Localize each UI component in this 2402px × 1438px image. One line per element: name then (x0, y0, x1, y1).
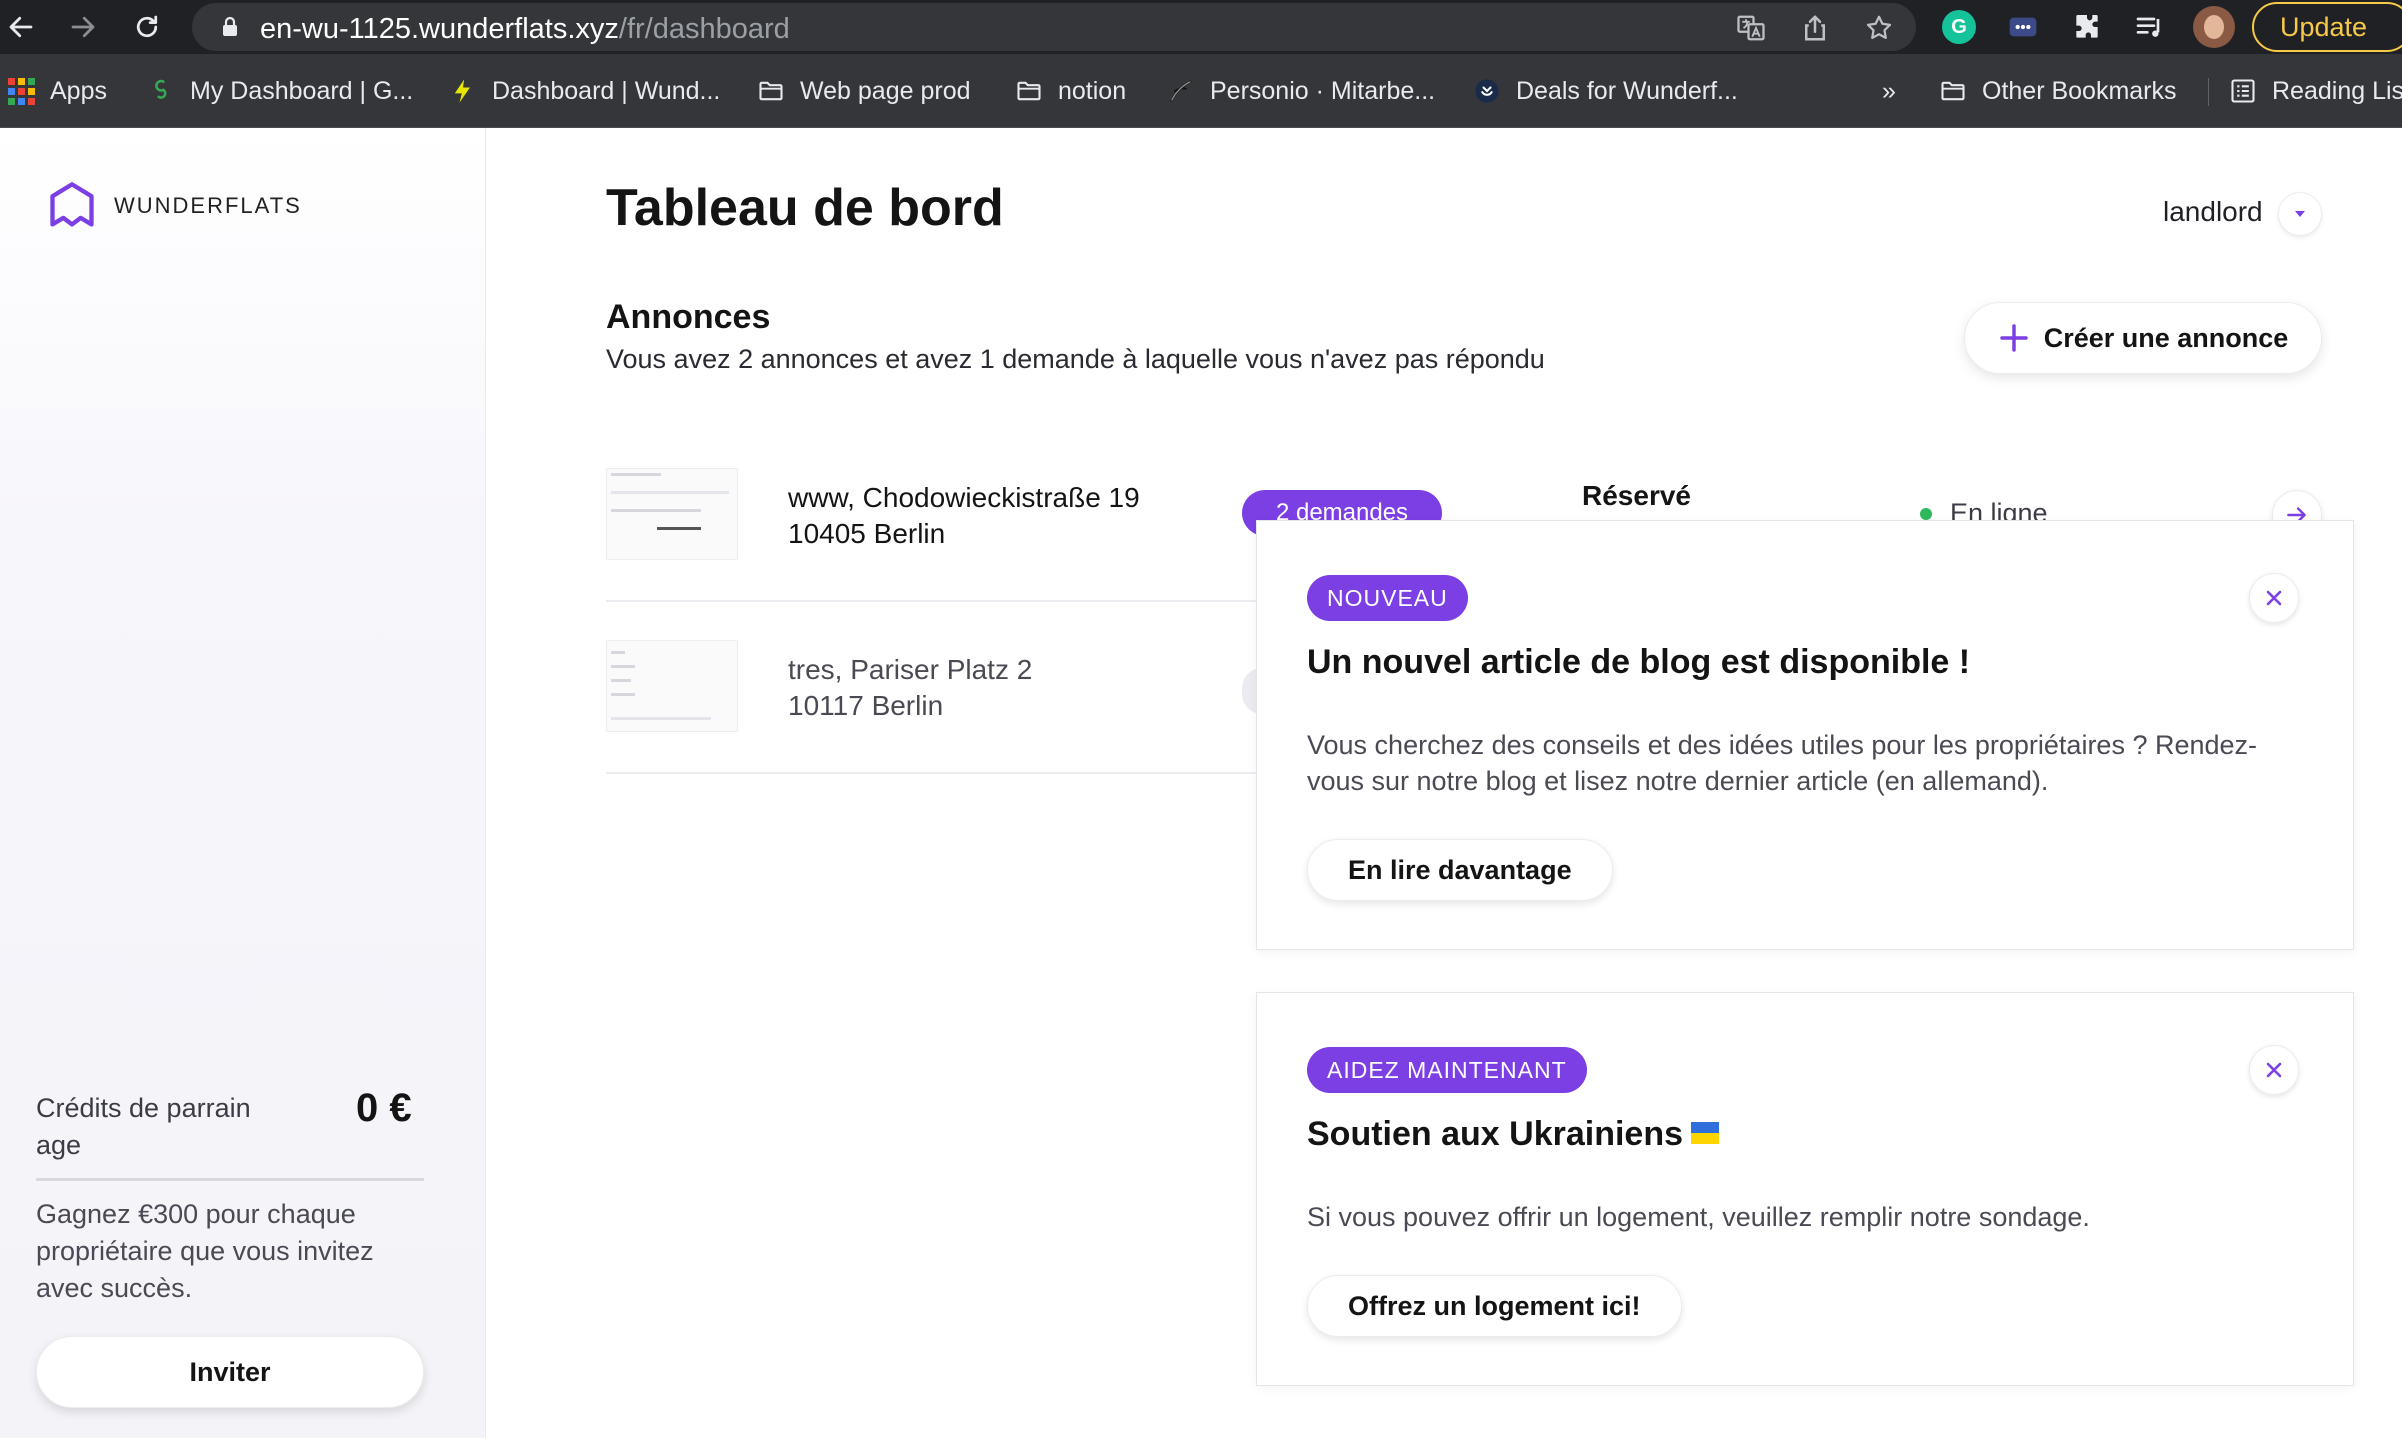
brand-logo[interactable]: WUNDERFLATS (46, 180, 302, 232)
bookmark-label: Apps (50, 76, 107, 105)
bookmark-other-bookmarks[interactable]: Other Bookmarks (1938, 72, 2177, 110)
listings-section-subtitle: Vous avez 2 annonces et avez 1 demande à… (606, 344, 1545, 374)
bookmarks-bar: Apps My Dashboard | G... Dashboard | Wun… (0, 54, 2402, 128)
apps-grid-icon (6, 76, 36, 106)
reload-icon (136, 15, 158, 38)
listing-thumbnail (606, 640, 738, 732)
reading-list-icon (2228, 76, 2258, 106)
listing-address: tres, Pariser Platz 2 10117 Berlin (788, 652, 1032, 724)
bookmark-reading-list[interactable]: Reading List (2228, 72, 2402, 110)
bolt-icon (448, 76, 478, 106)
star-icon[interactable] (1864, 13, 1894, 43)
folder-icon (1938, 76, 1968, 106)
g-logo-icon (146, 76, 176, 106)
puzzle-icon[interactable] (2070, 10, 2104, 44)
lock-icon[interactable] (218, 15, 242, 39)
bookmark-label: Web page prod (800, 76, 971, 105)
media-control-icon[interactable] (2133, 10, 2167, 44)
close-icon (2266, 590, 2282, 606)
arrow-left-icon (9, 16, 33, 38)
listing-address: www, Chodowieckistraße 19 10405 Berlin (788, 480, 1140, 552)
hubspot-icon (1472, 76, 1502, 106)
listing-street: tres, Pariser Platz 2 (788, 654, 1033, 685)
close-icon (2266, 1062, 2282, 1078)
close-button[interactable] (2249, 1045, 2299, 1095)
blog-notification-card: NOUVEAU Un nouvel article de blog est di… (1256, 520, 2354, 950)
ukraine-flag-icon (1691, 1122, 1719, 1145)
bookmark-folder-web-page-prod[interactable]: Web page prod (756, 72, 971, 110)
back-button[interactable] (2, 8, 40, 46)
bookmark-label: Dashboard | Wund... (492, 76, 721, 105)
listing-state: Réservé (1582, 480, 1691, 511)
folder-icon (1014, 76, 1044, 106)
share-icon[interactable] (1800, 13, 1830, 43)
role-dropdown-button[interactable] (2278, 192, 2322, 236)
help-now-badge: AIDEZ MAINTENANT (1307, 1047, 1587, 1093)
bookmark-folder-notion[interactable]: notion (1014, 72, 1126, 110)
notification-body: Vous cherchez des conseils et des idées … (1307, 730, 2258, 796)
url-path: /fr/dashboard (618, 13, 790, 45)
brand-name: WUNDERFLATS (114, 193, 302, 218)
bookmark-label: Other Bookmarks (1982, 76, 2177, 105)
bookmark-deals[interactable]: Deals for Wunderf... (1472, 72, 1738, 110)
folder-icon (756, 76, 786, 106)
plus-icon (1999, 324, 2028, 352)
forward-button[interactable] (64, 8, 102, 46)
notification-title: Un nouvel article de blog est disponible… (1307, 643, 1971, 681)
bookmark-apps[interactable]: Apps (6, 72, 107, 110)
referral-description: Gagnez €300 pour chaque propriétaire que… (36, 1199, 374, 1303)
profile-avatar[interactable] (2193, 6, 2235, 48)
notification-body: Si vous pouvez offrir un logement, veuil… (1307, 1202, 2090, 1232)
bookmark-label: Deals for Wunderf... (1516, 76, 1738, 105)
bookmark-label: Personio · Mitarbe... (1210, 76, 1436, 105)
bookmark-label: My Dashboard | G... (190, 76, 414, 105)
url-text: en-wu-1125.wunderflats.xyz/fr/dashboard (260, 13, 790, 46)
grammarly-icon[interactable]: G (1942, 10, 1976, 44)
ukraine-support-card: AIDEZ MAINTENANT Soutien aux Ukrainiens … (1256, 992, 2354, 1386)
notification-title: Soutien aux Ukrainiens (1307, 1115, 1683, 1153)
browser-toolbar: en-wu-1125.wunderflats.xyz/fr/dashboard … (0, 0, 2402, 54)
read-more-button[interactable]: En lire davantage (1307, 839, 1613, 901)
url-host: en-wu-1125.wunderflats.xyz (260, 13, 619, 45)
role-label[interactable]: landlord (2163, 196, 2263, 228)
invite-button[interactable]: Inviter (36, 1336, 424, 1408)
referral-credits-value: 0 € (356, 1086, 412, 1130)
close-button[interactable] (2249, 573, 2299, 623)
listing-street: www, Chodowieckistraße 19 (788, 482, 1140, 513)
new-badge: NOUVEAU (1307, 575, 1468, 621)
listing-thumbnail (606, 468, 738, 560)
reload-button[interactable] (128, 8, 166, 46)
divider (36, 1178, 424, 1181)
extension-menu-icon[interactable] (2006, 10, 2040, 44)
bookmark-my-dashboard[interactable]: My Dashboard | G... (146, 72, 413, 110)
bookmark-personio[interactable]: Personio · Mitarbe... (1166, 72, 1435, 110)
create-listing-button[interactable]: Créer une annonce (1964, 302, 2322, 374)
bookmarks-overflow-button[interactable]: » (1882, 72, 1896, 110)
notification-title-row: Soutien aux Ukrainiens (1307, 1115, 1719, 1154)
wunderflats-logo-icon (50, 182, 94, 227)
address-bar[interactable]: en-wu-1125.wunderflats.xyz/fr/dashboard (192, 3, 1916, 51)
bookmark-label: Reading List (2272, 76, 2402, 105)
update-button[interactable]: Update (2252, 2, 2402, 52)
referral-credits-label: Crédits de parrain age (36, 1093, 251, 1160)
bookmarks-divider (2208, 78, 2209, 106)
offer-housing-button[interactable]: Offrez un logement ici! (1307, 1275, 1682, 1337)
caret-down-icon (2295, 211, 2305, 217)
page-title: Tableau de bord (606, 179, 1004, 237)
personio-icon (1166, 76, 1196, 106)
online-status-dot (1920, 507, 1932, 520)
sidebar: WUNDERFLATS Crédits de parrain age 0 € G… (0, 128, 486, 1438)
bookmark-label: » (1882, 76, 1896, 105)
listings-section-title: Annonces (606, 298, 771, 336)
arrow-right-icon (71, 16, 95, 38)
bookmark-label: notion (1058, 76, 1127, 105)
bookmark-dashboard-wund[interactable]: Dashboard | Wund... (448, 72, 720, 110)
create-listing-label: Créer une annonce (2043, 322, 2289, 353)
listing-city: 10405 Berlin (788, 518, 946, 549)
translate-icon[interactable] (1736, 13, 1766, 43)
listing-city: 10117 Berlin (788, 690, 944, 721)
